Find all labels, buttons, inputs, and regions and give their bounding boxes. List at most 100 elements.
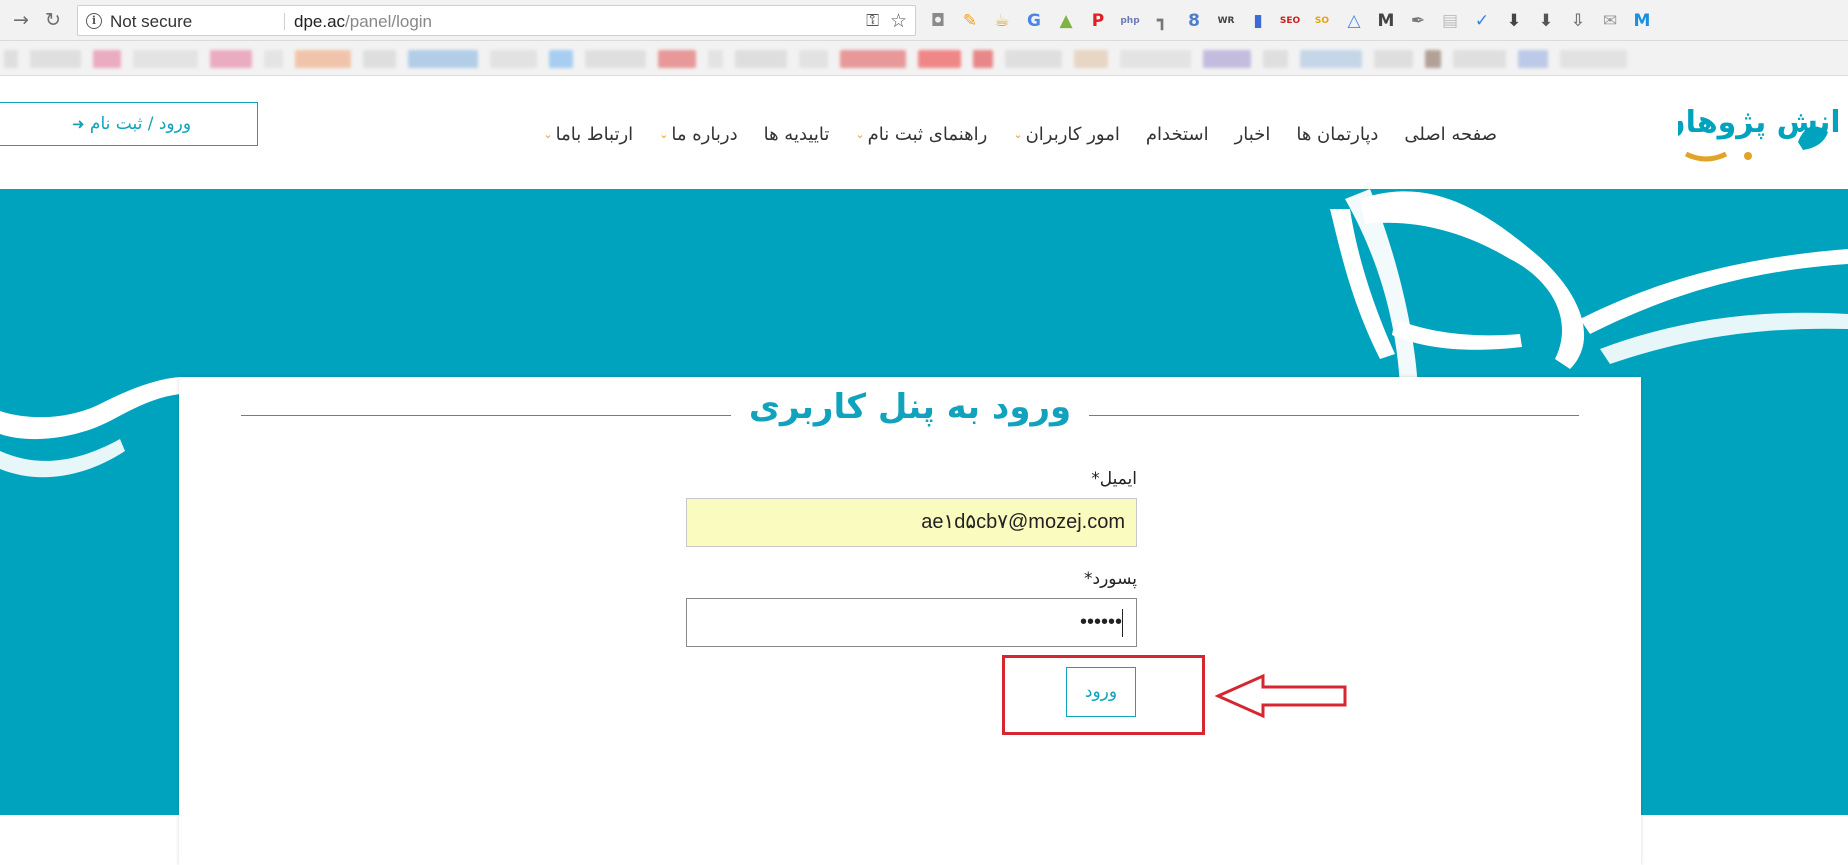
note-icon[interactable]: ▤ (1438, 9, 1462, 33)
nav-item-label: استخدام (1145, 123, 1209, 145)
bookmark-item[interactable] (30, 50, 81, 68)
nav-item-label: امور کاربران (1025, 123, 1120, 145)
so-icon[interactable]: SO (1310, 9, 1334, 33)
bookmark-item[interactable] (1074, 50, 1108, 68)
extensions-bar: ◘ ✎ ☕ G ▲ Pphp ┓ 8 WR ▮ SEO SO △ M ✒ ▤ ✓ ⬇ ⬇ ⇩ ✉ M (926, 9, 1654, 33)
bars-icon[interactable]: ▮ (1246, 9, 1270, 33)
address-bar[interactable]: i Not secure dpe.ac/panel/login ⚿ ☆ (77, 5, 916, 36)
bookmark-item[interactable] (363, 50, 396, 68)
drive-icon[interactable]: △ (1342, 9, 1366, 33)
nav-item[interactable]: راهنمای ثبت نام ⌄ (842, 120, 1000, 148)
text-cursor (1122, 608, 1123, 637)
bookmark-item[interactable] (1453, 50, 1506, 68)
nav-item-label: اخبار (1234, 123, 1271, 145)
tool-icon[interactable]: ┓ (1150, 9, 1174, 33)
nav-item-label: ارتباط باما (555, 123, 634, 145)
seo-icon[interactable]: SEO (1278, 9, 1302, 33)
bookmarks-bar (0, 41, 1848, 76)
bookmark-item[interactable] (4, 50, 18, 68)
red-arrow-icon (1215, 673, 1347, 719)
chevron-down-icon: ⌄ (543, 127, 553, 141)
nav-item-label: درباره ما (671, 123, 738, 145)
bookmark-item[interactable] (1518, 50, 1548, 68)
bookmark-item[interactable] (133, 50, 198, 68)
mail-icon[interactable]: ✉ (1598, 9, 1622, 33)
bookmark-item[interactable] (1005, 50, 1062, 68)
site-logo[interactable]: دانش پژوهان (1678, 92, 1838, 176)
bookmark-item[interactable] (93, 50, 121, 68)
bookmark-item[interactable] (295, 50, 351, 68)
bookmark-item[interactable] (799, 50, 828, 68)
bookmark-item[interactable] (1425, 50, 1441, 68)
key-icon[interactable]: ⚿ (866, 11, 879, 31)
nav-item[interactable]: استخدام (1133, 120, 1222, 148)
nav-item-label: تاییدیه ها (763, 123, 830, 145)
m-icon[interactable]: M (1374, 9, 1398, 33)
mug-icon[interactable]: ☕ (990, 9, 1014, 33)
forward-icon[interactable]: → (10, 9, 32, 31)
nav-item[interactable]: دپارتمان ها (1283, 120, 1391, 148)
android-icon[interactable]: ▲ (1054, 9, 1078, 33)
download-icon[interactable]: ⬇ (1502, 9, 1526, 33)
security-label[interactable]: Not secure (110, 12, 192, 32)
maxthon-icon[interactable]: M (1630, 9, 1654, 33)
nav-item[interactable]: تاییدیه ها (751, 120, 843, 148)
url-host: dpe.ac (294, 12, 346, 31)
title-divider-right (1089, 415, 1579, 416)
upload-icon[interactable]: ⇩ (1566, 9, 1590, 33)
password-label: پسورد* (1084, 569, 1137, 589)
url-path: /panel/login (345, 12, 433, 31)
chevron-down-icon: ⌄ (659, 127, 669, 141)
bookmark-item[interactable] (1374, 50, 1413, 68)
main-navigation: صفحه اصلی دپارتمان ها اخبار استخدام امور کار… (543, 120, 1510, 148)
nav-item[interactable]: اخبار (1222, 120, 1284, 148)
bookmark-item[interactable] (210, 50, 252, 68)
pen-icon[interactable]: ✒ (1406, 9, 1430, 33)
chevron-down-icon: ⌄ (855, 127, 865, 141)
sign-in-icon: ➜ (71, 115, 85, 133)
bookmark-item[interactable] (1300, 50, 1362, 68)
bookmark-item[interactable] (840, 50, 906, 68)
nav-item[interactable]: صفحه اصلی (1391, 120, 1510, 148)
bookmark-item[interactable] (1203, 50, 1251, 68)
bookmark-item[interactable] (264, 50, 283, 68)
bookmark-item[interactable] (973, 50, 993, 68)
bookmark-item[interactable] (585, 50, 646, 68)
bookmark-item[interactable] (549, 50, 573, 68)
reload-icon[interactable]: ↻ (42, 9, 64, 31)
bookmark-item[interactable] (658, 50, 696, 68)
bookmark-item[interactable] (708, 50, 723, 68)
star-icon[interactable]: ☆ (890, 10, 907, 32)
nav-item[interactable]: امور کاربران ⌄ (1000, 120, 1132, 148)
bookmark-item[interactable] (735, 50, 787, 68)
nav-item[interactable]: ارتباط باما ⌄ (530, 120, 646, 148)
info-icon[interactable]: i (86, 13, 102, 29)
save-icon[interactable]: ⬇ (1534, 9, 1558, 33)
login-register-button[interactable]: ورود / ثبت نام ➜ (0, 102, 258, 146)
bookmark-item[interactable] (490, 50, 537, 68)
bookmark-item[interactable] (408, 50, 478, 68)
translate-icon[interactable]: G (1022, 9, 1046, 33)
email-field[interactable]: ae١d۵cb٧@mozej.com (686, 498, 1137, 547)
login-title: ورود به پنل کاربری (748, 387, 1072, 427)
bookmark-item[interactable] (1560, 50, 1627, 68)
highlight-box (1002, 655, 1205, 735)
nav-item-label: دپارتمان ها (1296, 123, 1379, 145)
email-label: ایمیل* (1091, 469, 1137, 489)
bookmark-item[interactable] (918, 50, 961, 68)
eyedropper-icon[interactable]: ✎ (958, 9, 982, 33)
clipper-icon[interactable]: 8 (1182, 9, 1206, 33)
bookmark-item[interactable] (1120, 50, 1191, 68)
url-text[interactable]: dpe.ac/panel/login (294, 12, 432, 32)
chevron-down-icon: ⌄ (1013, 127, 1023, 141)
camera-icon[interactable]: ◘ (926, 9, 950, 33)
nav-item[interactable]: درباره ما ⌄ (646, 120, 750, 148)
wr-icon[interactable]: WR (1214, 9, 1238, 33)
pinterest-icon[interactable]: P (1086, 9, 1110, 33)
nav-item-label: راهنمای ثبت نام (867, 123, 988, 145)
check-icon[interactable]: ✓ (1470, 9, 1494, 33)
title-divider-left (241, 415, 731, 416)
password-field[interactable]: •••••• (686, 598, 1137, 647)
php-icon[interactable]: php (1118, 9, 1142, 33)
bookmark-item[interactable] (1263, 50, 1288, 68)
